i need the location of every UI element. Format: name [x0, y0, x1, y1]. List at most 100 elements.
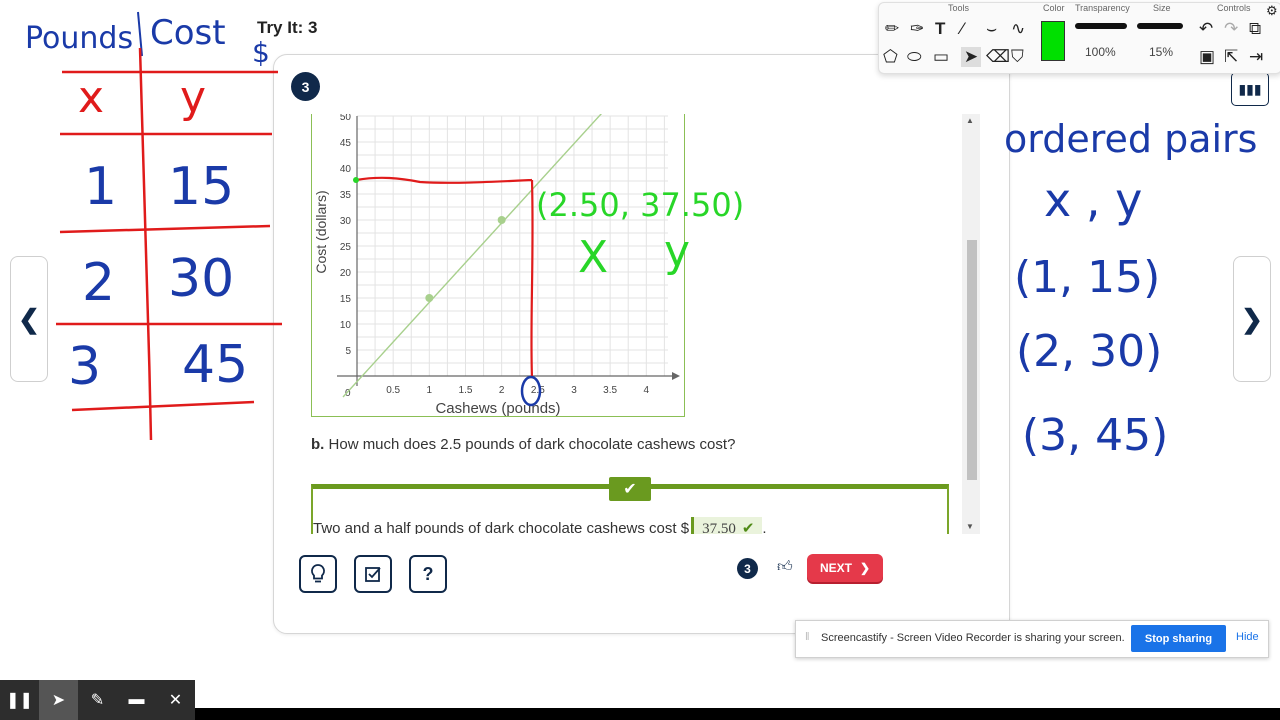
camera-icon[interactable]: ▣ — [1199, 47, 1215, 67]
question-scroll-area[interactable]: Cost (dollars) Cashews (pounds) 0.5 1 1.5 2… — [311, 114, 963, 534]
select-pointer-icon[interactable]: ➤ — [961, 47, 981, 67]
chevron-right-icon: ❯ — [1241, 303, 1263, 334]
question-b-text: How much does 2.5 pounds of dark chocola… — [328, 436, 736, 453]
tools-label: Tools — [948, 3, 970, 13]
annotation-toolbar: Tools Color Transparency Size Controls ⚙… — [878, 2, 1280, 74]
recording-toolbar: ❚❚ ➤ ✎ ▬ ✕ — [0, 680, 195, 720]
vertical-scrollbar[interactable]: ▲ ▼ — [962, 114, 980, 534]
y-tick-label: 35 — [340, 190, 352, 201]
stop-sharing-button[interactable]: Stop sharing — [1131, 625, 1226, 652]
answer-line: Two and a half pounds of dark chocolate … — [313, 517, 767, 534]
redo-icon[interactable]: ↷ — [1224, 19, 1238, 39]
undo-icon[interactable]: ↶ — [1199, 19, 1213, 39]
next-chevron-icon: ❯ — [859, 561, 871, 575]
x-axis-arrow — [672, 372, 680, 380]
ellipse-tool-icon[interactable]: ⬭ — [907, 47, 922, 67]
pointer-icon[interactable]: ➤ — [39, 680, 78, 720]
color-swatch[interactable] — [1041, 21, 1065, 61]
transparency-slider[interactable] — [1075, 23, 1127, 29]
x-tick-label: 3.5 — [603, 385, 617, 396]
ink-pair-2: (2, 30) — [1016, 326, 1162, 377]
highlighter-icon[interactable]: ✑ — [910, 19, 924, 39]
y-axis-label: Cost (dollars) — [313, 190, 329, 273]
scroll-up-icon[interactable]: ▲ — [966, 116, 974, 125]
fill-bucket-icon[interactable]: ⛉ — [1011, 47, 1024, 67]
ink-ordered-pairs: ordered pairs — [1004, 117, 1257, 161]
correct-feedback-box: ✔ Two and a half pounds of dark chocolat… — [311, 477, 949, 534]
answer-end: . — [762, 520, 767, 534]
highlighter-draw-icon[interactable]: ▬ — [117, 680, 156, 720]
check-answer-button[interactable] — [354, 555, 392, 593]
attempt-count-badge: 3 — [737, 558, 758, 579]
pause-icon[interactable]: ❚❚ — [0, 680, 39, 720]
ink-row2-x: 2 — [82, 253, 115, 313]
ink-row3-y: 45 — [182, 335, 248, 395]
hint-button[interactable] — [299, 555, 337, 593]
check-icon: ✔ — [609, 477, 651, 501]
drag-handle-icon[interactable]: ‖ — [805, 631, 810, 643]
freehand-tool-icon[interactable]: ∿ — [1011, 19, 1025, 39]
lightbulb-icon — [311, 564, 325, 583]
question-b: b. How much does 2.5 pounds of dark choc… — [311, 436, 735, 453]
ink-pair-1: (1, 15) — [1014, 252, 1160, 303]
ink-header-dollar: $ — [252, 36, 270, 69]
ink-row3-x: 3 — [68, 337, 101, 397]
collapse-icon[interactable]: ⇱ — [1224, 47, 1238, 67]
chevron-left-icon: ❮ — [18, 303, 40, 334]
next-page-button[interactable]: ❯ — [1233, 256, 1271, 382]
scroll-thumb[interactable] — [967, 240, 977, 480]
eraser-icon[interactable]: ⌫ — [986, 47, 1010, 67]
answer-sentence: Two and a half pounds of dark chocolate … — [313, 520, 690, 534]
pen-icon[interactable]: ✏ — [885, 19, 899, 39]
y-tick-label: 30 — [340, 216, 352, 227]
x-tick-label: 3 — [571, 385, 577, 396]
pen-draw-icon[interactable]: ✎ — [78, 680, 117, 720]
text-tool-icon[interactable]: T — [935, 19, 945, 39]
color-label: Color — [1043, 3, 1065, 13]
question-number-badge: 3 — [291, 72, 320, 101]
close-icon[interactable]: ✕ — [156, 680, 195, 720]
bar-chart-icon: ▮▮▮ — [1238, 80, 1262, 97]
transparency-value: 100% — [1085, 45, 1116, 59]
help-button[interactable]: ? — [409, 555, 447, 593]
y-tick-label: 45 — [340, 138, 352, 149]
next-button[interactable]: NEXT ❯ — [807, 554, 883, 582]
previous-button[interactable]: ❮ — [10, 256, 48, 382]
data-point — [497, 216, 506, 224]
polygon-tool-icon[interactable]: ⬠ — [883, 47, 898, 67]
y-tick-label: 15 — [340, 294, 352, 305]
settings-icon[interactable]: ⚙ — [1266, 1, 1278, 21]
ink-header-cost: Cost — [150, 13, 226, 53]
exit-icon[interactable]: ⇥ — [1249, 47, 1263, 67]
ink-row2-y: 30 — [168, 249, 234, 309]
answer-value: 37.50 — [702, 521, 736, 534]
thumbs-up-icon[interactable]: 👍︎ — [777, 558, 793, 576]
x-axis-label: Cashews (pounds) — [435, 400, 560, 416]
scroll-down-icon[interactable]: ▼ — [966, 522, 974, 531]
x-tick-label: 2.5 — [531, 385, 545, 396]
ink-row1-x: 1 — [84, 157, 117, 217]
ink-x-header: x — [78, 72, 104, 123]
rectangle-tool-icon[interactable]: ▭ — [933, 47, 949, 67]
hide-link[interactable]: Hide — [1236, 631, 1259, 643]
x-tick-label: 4 — [644, 385, 650, 396]
y-tick-label: 20 — [340, 268, 352, 279]
clear-icon[interactable]: ⧉ — [1249, 19, 1261, 39]
check-square-icon — [365, 567, 381, 582]
answer-input[interactable]: 37.50 ✔ — [691, 517, 763, 534]
x-tick-label: 1.5 — [459, 385, 473, 396]
ink-y-header: y — [180, 72, 206, 123]
transparency-label: Transparency — [1075, 3, 1130, 13]
y-tick-label: 50 — [340, 114, 352, 123]
curve-tool-icon[interactable]: ⌣ — [986, 19, 997, 39]
line-tool-icon[interactable]: ⁄ — [961, 19, 964, 39]
y-tick-label: 25 — [340, 242, 352, 253]
page-title: Try It: 3 — [257, 18, 318, 37]
size-label: Size — [1153, 3, 1171, 13]
ink-xy-label: x , y — [1044, 173, 1142, 227]
chart-view-button[interactable]: ▮▮▮ — [1231, 72, 1269, 106]
size-slider[interactable] — [1137, 23, 1183, 29]
share-message: Screencastify - Screen Video Recorder is… — [821, 632, 1125, 644]
x-tick-label: 2 — [499, 385, 505, 396]
ink-pair-3: (3, 45) — [1022, 410, 1168, 461]
